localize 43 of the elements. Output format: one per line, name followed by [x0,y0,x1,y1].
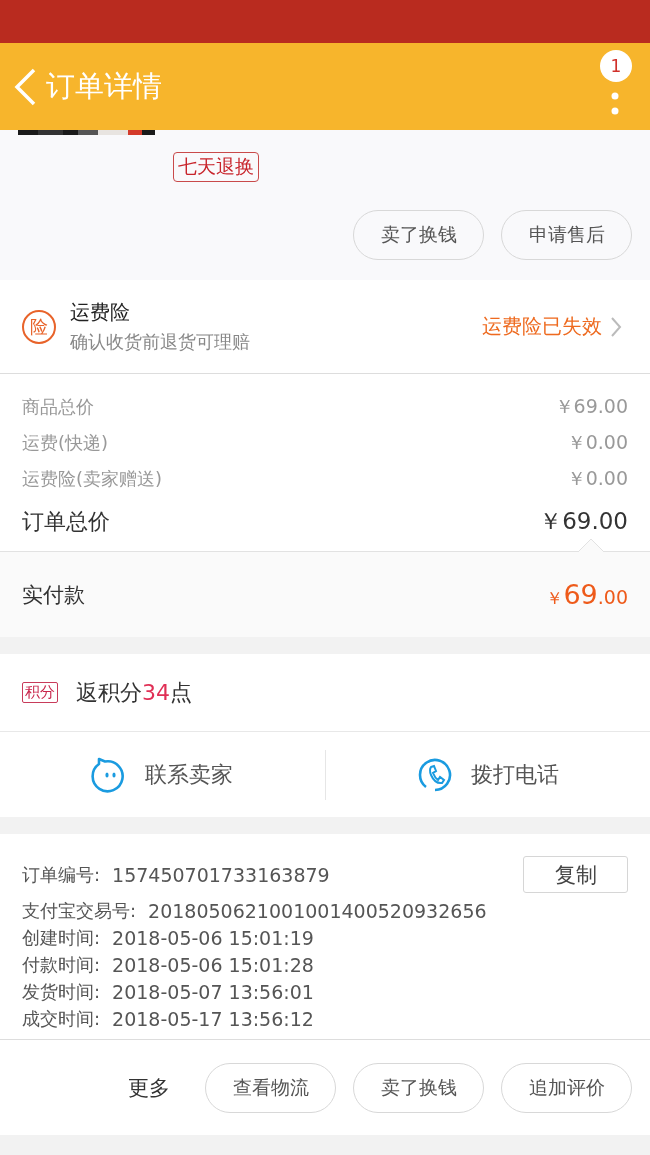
paid-amount: ￥69.00 [546,579,628,610]
contact-seller-button[interactable]: 联系卖家 [0,732,325,817]
order-total-label: 订单总价 [22,507,110,536]
info-label: 订单编号: [22,862,101,887]
phone-icon [416,756,453,793]
info-value: 2018-05-06 15:01:28 [112,954,314,976]
info-label: 支付宝交易号: [22,899,137,923]
action-button[interactable]: 追加评价 [501,1062,632,1113]
info-label: 发货时间: [22,980,101,1004]
action-button[interactable]: 申请售后 [501,210,632,260]
more-link[interactable]: 更多 [128,1073,170,1102]
info-label: 付款时间: [22,953,101,977]
action-button[interactable]: 查看物流 [205,1062,336,1113]
price-label: 运费(快递) [22,431,109,455]
call-button[interactable]: 拨打电话 [325,732,650,817]
action-button[interactable]: 卖了换钱 [353,1062,484,1113]
order-total-value: ￥69.00 [539,507,628,536]
chevron-right-icon [610,315,622,338]
paid-label: 实付款 [22,581,85,609]
info-value: 2018-05-06 15:01:19 [112,927,314,949]
price-value: ￥0.00 [566,466,628,491]
price-label: 商品总价 [22,395,94,419]
info-value: 2018-05-07 13:56:01 [112,981,314,1003]
price-value: ￥0.00 [566,430,628,455]
page-title: 订单详情 [46,67,162,105]
more-icon[interactable] [610,91,620,117]
insurance-subtitle: 确认收货前退货可理赔 [70,330,250,354]
notification-badge: 1 [600,50,632,82]
info-value: 2018-05-17 13:56:12 [112,1008,314,1030]
info-label: 创建时间: [22,926,101,950]
insurance-title: 运费险 [70,299,131,326]
points-text: 返积分34点 [76,678,192,707]
back-icon[interactable] [12,66,38,107]
return-policy-tag: 七天退换 [173,152,259,182]
points-tag: 积分 [22,682,58,703]
action-button[interactable]: 卖了换钱 [353,210,484,260]
info-value: 2018050621001001400520932656 [148,900,487,922]
price-label: 运费险(卖家赠送) [22,467,163,491]
price-value: ￥69.00 [554,394,628,419]
copy-button[interactable]: 复制 [523,856,628,893]
insurance-icon: 险 [22,309,56,344]
info-value: 157450701733163879 [112,863,330,886]
info-label: 成交时间: [22,1007,101,1031]
